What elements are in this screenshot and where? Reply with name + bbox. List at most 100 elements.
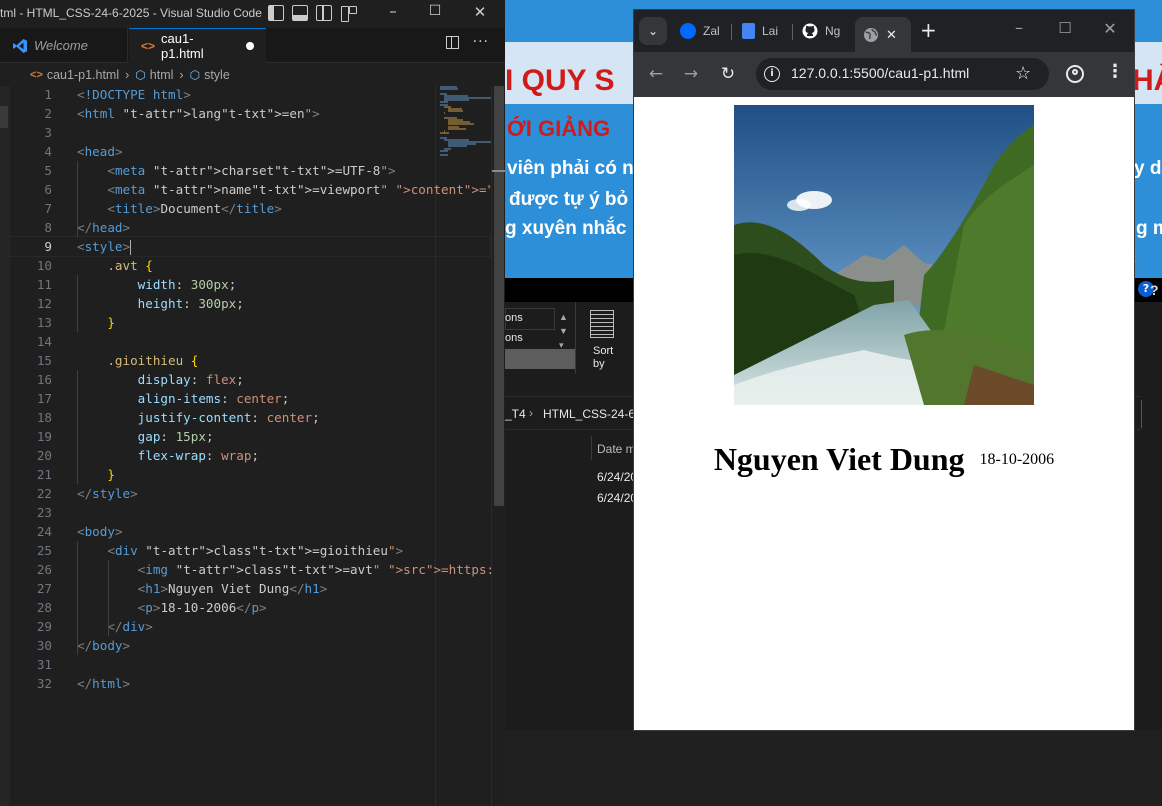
code-line[interactable]: 27 <h1>Nguyen Viet Dung</h1> — [10, 579, 490, 598]
code-line[interactable]: 8 </head> — [10, 218, 490, 237]
toggle-secondary-sidebar-icon[interactable] — [316, 5, 332, 21]
editor-scrollbar[interactable] — [491, 86, 505, 806]
code-editor[interactable]: 1 <!DOCTYPE html> 2 <html "t-attr">lang"t-t… — [9, 85, 505, 806]
browser-tab-active[interactable]: ✕ — [855, 17, 911, 52]
back-icon[interactable]: ← — [646, 64, 666, 84]
path-segment-1[interactable]: _T4 — [505, 407, 526, 421]
chrome-maximize-icon[interactable]: ☐ — [1055, 19, 1075, 37]
code-text[interactable]: <meta "t-attr">name"t-txt">=viewport" ">… — [77, 180, 505, 199]
code-line[interactable]: 21 } — [10, 465, 490, 484]
breadcrumb-style[interactable]: style — [204, 68, 230, 82]
url-text[interactable]: 127.0.0.1:5500/cau1-p1.html — [791, 65, 969, 81]
code-line[interactable]: 28 <p>18-10-2006</p> — [10, 598, 490, 617]
code-text[interactable]: <body> — [77, 522, 123, 541]
code-text[interactable]: <title>Document</title> — [77, 199, 281, 218]
ribbon-scroll-icon[interactable]: ▲ ▼ ▾ — [559, 310, 568, 352]
ribbon-selected-box[interactable] — [505, 349, 575, 369]
code-line[interactable]: 14 — [10, 332, 490, 351]
code-text[interactable]: } — [77, 465, 115, 484]
tab-cau1-p1[interactable]: <> cau1-p1.html — [129, 28, 266, 63]
code-line[interactable]: 29 </div> — [10, 617, 490, 636]
code-text[interactable]: align-items: center; — [77, 389, 290, 408]
code-text[interactable]: <html "t-attr">lang"t-txt">=en"> — [77, 104, 320, 123]
code-text[interactable]: </body> — [77, 636, 130, 655]
file-row-date-1[interactable]: 6/24/20 — [597, 470, 637, 484]
code-text[interactable]: <h1>Nguyen Viet Dung</h1> — [77, 579, 328, 598]
code-line[interactable]: 1 <!DOCTYPE html> — [10, 85, 490, 104]
breadcrumb-file[interactable]: cau1-p1.html — [47, 68, 119, 82]
sort-icon[interactable] — [590, 310, 614, 338]
code-text[interactable]: </style> — [77, 484, 138, 503]
code-text[interactable]: <style> — [77, 237, 132, 256]
chrome-close-icon[interactable]: ✕ — [1100, 19, 1120, 38]
sort-label[interactable]: Sort — [593, 345, 613, 357]
code-text[interactable]: gap: 15px; — [77, 427, 214, 446]
code-line[interactable]: 2 <html "t-attr">lang"t-txt">=en"> — [10, 104, 490, 123]
code-text[interactable]: </div> — [77, 617, 153, 636]
chrome-menu-icon[interactable]: ⋮ — [1106, 62, 1124, 82]
close-tab-icon[interactable]: ✕ — [886, 27, 897, 43]
code-text[interactable]: <!DOCTYPE html> — [77, 85, 191, 104]
code-text[interactable]: height: 300px; — [77, 294, 244, 313]
browser-tab-docs[interactable]: Lai — [742, 17, 778, 45]
sort-by-label[interactable]: by — [593, 358, 605, 370]
code-line[interactable]: 11 width: 300px; — [10, 275, 490, 294]
split-editor-icon[interactable] — [445, 36, 459, 49]
code-line[interactable]: 31 — [10, 655, 490, 674]
code-line[interactable]: 22 </style> — [10, 484, 490, 503]
code-text[interactable]: justify-content: center; — [77, 408, 320, 427]
path-segment-2[interactable]: HTML_CSS-24-6- — [543, 407, 639, 421]
code-text[interactable]: .gioithieu { — [77, 351, 198, 370]
code-line[interactable]: 26 <img "t-attr">class"t-txt">=avt" ">sr… — [10, 560, 505, 579]
scrollbar-thumb[interactable] — [494, 86, 504, 506]
ribbon-item-2[interactable]: ons — [505, 332, 523, 344]
code-text[interactable]: width: 300px; — [77, 275, 237, 294]
browser-tab-zalo[interactable]: Zal — [680, 17, 720, 45]
code-text[interactable]: </head> — [77, 218, 130, 237]
toggle-primary-sidebar-icon[interactable] — [268, 5, 284, 21]
code-line[interactable]: 19 gap: 15px; — [10, 427, 490, 446]
browser-tab-github[interactable]: Ng — [802, 17, 840, 45]
file-row-date-2[interactable]: 6/24/20 — [597, 491, 637, 505]
code-line[interactable]: 12 height: 300px; — [10, 294, 490, 313]
tab-search-icon[interactable]: ⌄ — [639, 17, 667, 45]
ribbon-item-1[interactable]: ons — [505, 312, 523, 324]
code-line[interactable]: 4 <head> — [10, 142, 490, 161]
maximize-icon[interactable]: ☐ — [425, 3, 445, 19]
breadcrumb-html[interactable]: html — [150, 68, 174, 82]
code-line[interactable]: 16 display: flex; — [10, 370, 490, 389]
code-line[interactable]: 3 — [10, 123, 490, 142]
code-line[interactable]: 32 </html> — [10, 674, 490, 693]
code-text[interactable]: .avt { — [77, 256, 153, 275]
code-text[interactable]: } — [77, 313, 115, 332]
minimize-icon[interactable]: – — [383, 2, 403, 20]
code-line[interactable]: 15 .gioithieu { — [10, 351, 490, 370]
site-info-icon[interactable]: i — [764, 66, 780, 82]
code-text[interactable]: <head> — [77, 142, 123, 161]
code-line[interactable]: 9 <style> — [9, 236, 491, 257]
customize-layout-icon[interactable] — [340, 5, 357, 22]
code-line[interactable]: 6 <meta "t-attr">name"t-txt">=viewport" … — [10, 180, 505, 199]
close-icon[interactable]: ✕ — [470, 3, 490, 21]
code-line[interactable]: 23 — [10, 503, 490, 522]
toggle-panel-icon[interactable] — [292, 5, 308, 21]
minimap[interactable] — [440, 86, 492, 166]
code-line[interactable]: 7 <title>Document</title> — [10, 199, 490, 218]
code-text[interactable]: <meta "t-attr">charset"t-txt">=UTF-8"> — [77, 161, 395, 180]
code-line[interactable]: 17 align-items: center; — [10, 389, 490, 408]
reload-icon[interactable]: ↻ — [718, 64, 738, 84]
code-text[interactable]: display: flex; — [77, 370, 244, 389]
code-line[interactable]: 5 <meta "t-attr">charset"t-txt">=UTF-8"> — [10, 161, 490, 180]
code-line[interactable]: 25 <div "t-attr">class"t-txt">=gioithieu… — [10, 541, 490, 560]
code-line[interactable]: 20 flex-wrap: wrap; — [10, 446, 490, 465]
column-header-date[interactable]: Date m — [597, 442, 636, 456]
code-text[interactable]: <div "t-attr">class"t-txt">=gioithieu"> — [77, 541, 403, 560]
new-tab-icon[interactable]: + — [920, 20, 937, 40]
code-text[interactable]: </html> — [77, 674, 130, 693]
code-line[interactable]: 10 .avt { — [10, 256, 490, 275]
forward-icon[interactable]: → — [681, 64, 701, 84]
code-line[interactable]: 13 } — [10, 313, 490, 332]
bookmark-star-icon[interactable]: ☆ — [1015, 63, 1031, 84]
chrome-minimize-icon[interactable]: – — [1009, 18, 1029, 37]
code-text[interactable]: <img "t-attr">class"t-txt">=avt" ">src">… — [77, 560, 505, 579]
